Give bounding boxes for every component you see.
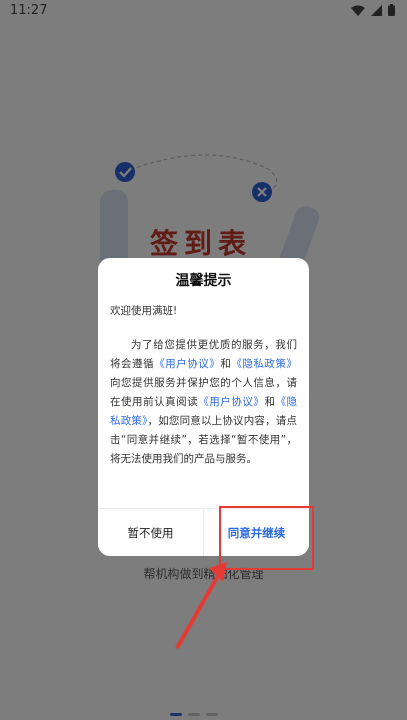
dialog-greeting: 欢迎使用满班! xyxy=(110,305,178,317)
status-time: 11:27 xyxy=(10,3,48,18)
decline-button[interactable]: 暂不使用 xyxy=(98,509,203,556)
status-icons xyxy=(351,4,395,16)
paragraph-text: 和 xyxy=(220,358,232,370)
agreement-link[interactable]: 《隐私政策》 xyxy=(231,358,297,370)
status-bar: 11:27 xyxy=(0,0,407,22)
privacy-paragraph: 为了给您提供更优质的服务，我们将会遵循《用户协议》和《隐私政策》向您提供服务并保… xyxy=(110,336,297,469)
highlight-box xyxy=(219,506,314,570)
agreement-link[interactable]: 《用户协议》 xyxy=(154,358,220,370)
wifi-icon xyxy=(351,5,365,16)
dialog-title: 温馨提示 xyxy=(175,273,232,289)
battery-icon xyxy=(388,4,395,16)
paragraph-text: 和 xyxy=(264,396,276,408)
dialog-body: 欢迎使用满班! 为了给您提供更优质的服务，我们将会遵循《用户协议》和《隐私政策》… xyxy=(98,302,309,469)
agreement-link[interactable]: 《用户协议》 xyxy=(198,396,264,408)
pointer-arrow-icon xyxy=(175,562,227,649)
cellular-signal-icon xyxy=(371,4,382,16)
